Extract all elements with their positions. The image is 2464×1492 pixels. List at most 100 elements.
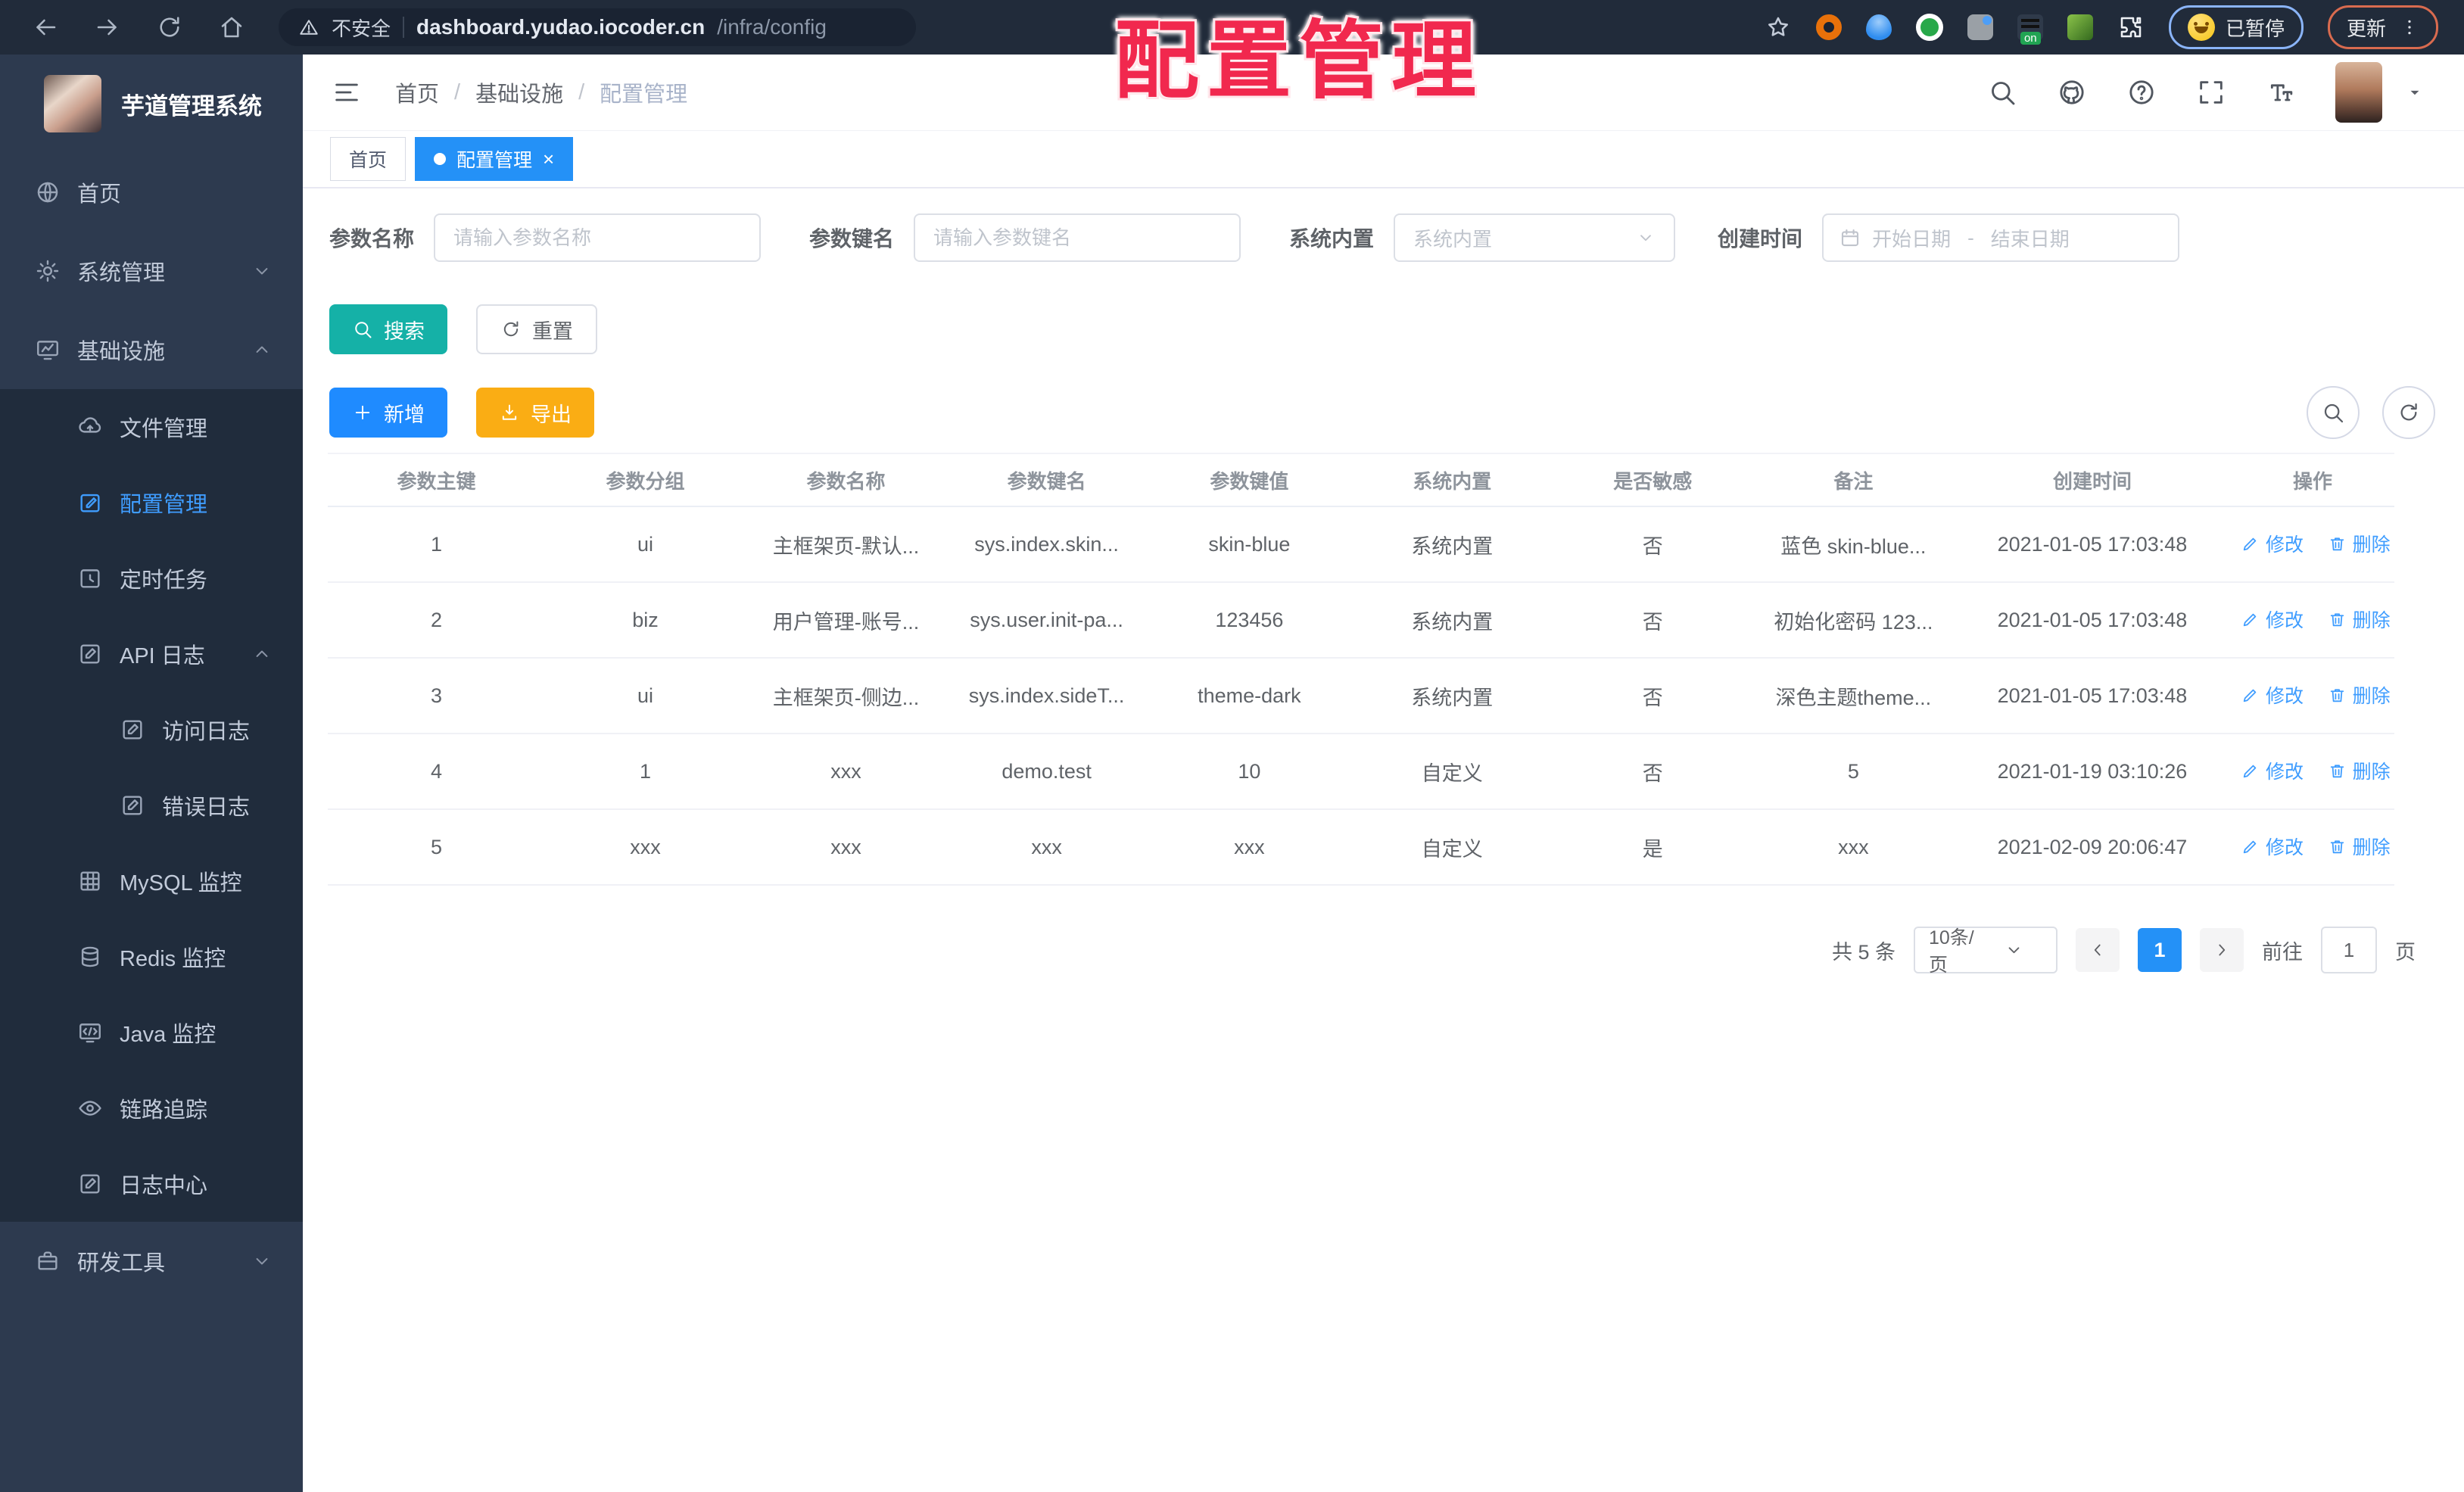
- current-page-button[interactable]: 1: [2138, 928, 2182, 972]
- date-range-picker[interactable]: 开始日期 - 结束日期: [1822, 213, 2180, 262]
- fullscreen-icon[interactable]: [2196, 77, 2226, 107]
- clock-icon: [77, 565, 103, 591]
- dark-on-badge-extension-icon[interactable]: [2017, 14, 2043, 45]
- search-icon[interactable]: [1987, 77, 2017, 107]
- sidebar-item[interactable]: 日志中心: [0, 1146, 303, 1222]
- sidebar-item[interactable]: 文件管理: [0, 389, 303, 465]
- trash-icon: [2328, 837, 2347, 856]
- sidebar-collapse-icon[interactable]: [332, 77, 362, 107]
- plus-icon: [352, 402, 373, 423]
- app-logo-row[interactable]: 芋道管理系统: [0, 55, 303, 153]
- page-size-select[interactable]: 10条/页: [1914, 927, 2057, 976]
- globe-icon: [35, 179, 61, 205]
- github-icon[interactable]: [2057, 77, 2087, 107]
- sidebar-item[interactable]: 系统管理: [0, 232, 303, 310]
- table-settings: [2307, 386, 2435, 439]
- sidebar-item[interactable]: 配置管理: [0, 465, 303, 540]
- calendar-icon: [1839, 226, 1861, 249]
- blue-pin-extension-icon[interactable]: [1865, 14, 1892, 40]
- toggle-search-button[interactable]: [2307, 386, 2360, 439]
- sidebar-item[interactable]: 研发工具: [0, 1222, 303, 1300]
- back-icon[interactable]: [32, 14, 59, 41]
- reload-icon[interactable]: [156, 14, 183, 41]
- edit-link[interactable]: 修改: [2241, 606, 2304, 633]
- delete-link[interactable]: 删除: [2328, 833, 2391, 860]
- prev-page-button[interactable]: [2076, 928, 2120, 972]
- tab-config[interactable]: 配置管理 ×: [415, 137, 574, 181]
- paused-label: 已暂停: [2225, 17, 2285, 40]
- logdoc-icon: [120, 717, 145, 743]
- filter-type-label: 系统内置: [1289, 227, 1375, 251]
- sidebar-item[interactable]: Java 监控: [0, 995, 303, 1070]
- green-circle-extension-icon[interactable]: [1915, 14, 1943, 41]
- green-leaf-extension-icon[interactable]: [2067, 14, 2093, 40]
- edit-link[interactable]: 修改: [2241, 530, 2304, 557]
- delete-link[interactable]: 删除: [2328, 681, 2391, 709]
- extensions-puzzle-icon[interactable]: [2117, 14, 2145, 41]
- home-icon[interactable]: [218, 14, 245, 41]
- sidebar-item-label: 系统管理: [77, 261, 166, 285]
- sidebar-item[interactable]: 基础设施: [0, 310, 303, 389]
- delete-link[interactable]: 删除: [2328, 757, 2391, 784]
- sidebar-item[interactable]: 链路追踪: [0, 1070, 303, 1146]
- update-label: 更新: [2346, 17, 2386, 40]
- user-avatar[interactable]: [2335, 62, 2382, 123]
- caret-down-icon[interactable]: [2405, 83, 2425, 102]
- param-key-input[interactable]: [914, 213, 1241, 262]
- logdoc-icon: [77, 1171, 103, 1197]
- sidebar-item[interactable]: 访问日志: [0, 692, 303, 768]
- forward-icon[interactable]: [94, 14, 121, 41]
- add-button[interactable]: 新增: [329, 388, 447, 438]
- edit-link[interactable]: 修改: [2241, 681, 2304, 709]
- chevron-left-icon: [2088, 940, 2107, 960]
- builtin-type-select[interactable]: 系统内置: [1394, 213, 1676, 262]
- breadcrumb: 首页 / 基础设施 / 配置管理: [395, 76, 687, 108]
- breadcrumb-infra[interactable]: 基础设施: [475, 76, 563, 108]
- sidebar-item[interactable]: MySQL 监控: [0, 843, 303, 919]
- gear-icon: [35, 258, 61, 284]
- refresh-icon: [2397, 400, 2421, 425]
- param-name-input[interactable]: [434, 213, 762, 262]
- export-button[interactable]: 导出: [476, 388, 594, 438]
- sidebar-item[interactable]: API 日志: [0, 616, 303, 692]
- chevron-down-icon: [1636, 228, 1656, 248]
- tags-view-bar: 首页 配置管理 ×: [303, 131, 2464, 188]
- edit-link[interactable]: 修改: [2241, 757, 2304, 784]
- sidebar-item[interactable]: 定时任务: [0, 540, 303, 616]
- sidebar-item[interactable]: 首页: [0, 153, 303, 232]
- breadcrumb-home[interactable]: 首页: [395, 76, 439, 108]
- kebab-menu-icon[interactable]: [2400, 17, 2419, 37]
- profile-paused-chip[interactable]: 已暂停: [2168, 5, 2304, 49]
- search-button[interactable]: 搜索: [329, 304, 447, 354]
- delete-link[interactable]: 删除: [2328, 606, 2391, 633]
- help-question-icon[interactable]: [2126, 77, 2157, 107]
- reset-button[interactable]: 重置: [476, 304, 597, 354]
- tab-close-icon[interactable]: ×: [543, 149, 554, 169]
- next-page-button[interactable]: [2200, 928, 2244, 972]
- breadcrumb-current: 配置管理: [600, 83, 688, 107]
- gray-tile-extension-icon[interactable]: [1967, 14, 1993, 40]
- filter-form: 参数名称 参数键名 系统内置 系统内置 创建时间 开始日期 - 结束日期: [329, 213, 2180, 262]
- not-secure-warning-icon[interactable]: [298, 17, 319, 38]
- refresh-table-button[interactable]: [2382, 386, 2435, 439]
- sidebar-item[interactable]: Redis 监控: [0, 919, 303, 995]
- goto-page-input[interactable]: [2321, 927, 2377, 973]
- sidebar-item-label: 定时任务: [120, 568, 208, 593]
- pencil-icon: [2241, 686, 2260, 705]
- url-bar[interactable]: 不安全 dashboard.yudao.iocoder.cn/infra/con…: [279, 8, 916, 46]
- chevron-down-icon: [251, 1251, 273, 1272]
- bookmark-star-icon[interactable]: [1765, 14, 1792, 41]
- delete-link[interactable]: 删除: [2328, 530, 2391, 557]
- pencil-icon: [2241, 762, 2260, 780]
- table-row: 2 biz 用户管理-账号... sys.user.init-pa... 123…: [328, 582, 2394, 659]
- orange-ring-extension-icon[interactable]: [1815, 14, 1842, 40]
- tab-home[interactable]: 首页: [330, 137, 407, 181]
- trash-icon: [2328, 686, 2347, 705]
- browser-update-button[interactable]: 更新: [2327, 5, 2438, 49]
- sidebar-item-label: Java 监控: [120, 1023, 216, 1047]
- table-toolbar: 新增 导出: [329, 388, 594, 438]
- sidebar-item[interactable]: 错误日志: [0, 768, 303, 843]
- edit-link[interactable]: 修改: [2241, 833, 2304, 860]
- table-body: 1 ui 主框架页-默认... sys.index.skin... skin-b…: [328, 506, 2394, 886]
- fontsize-icon[interactable]: [2266, 77, 2296, 107]
